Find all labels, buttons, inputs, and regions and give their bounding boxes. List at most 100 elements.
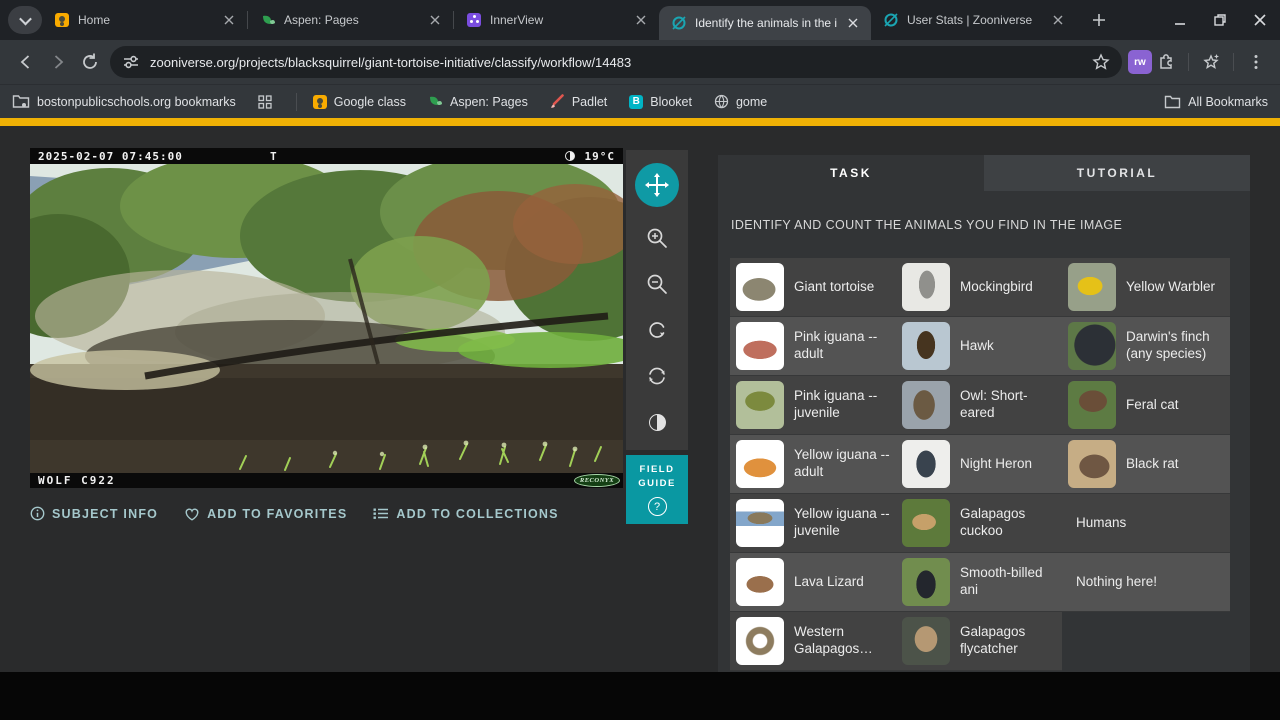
choice-label: Smooth-billed ani (960, 565, 1043, 597)
choice-galapagos-cuckoo[interactable]: Galapagos cuckoo (896, 494, 1062, 553)
choice-nothing-here[interactable]: Nothing here! (1062, 553, 1230, 612)
browser-menu-icon[interactable] (1242, 48, 1270, 76)
bookmark-star-icon[interactable] (1092, 53, 1110, 71)
tab-zooniverse-classify[interactable]: Identify the animals in the i (659, 6, 871, 40)
choice-western-galapagos-racer[interactable]: Western Galapagos… (730, 612, 896, 671)
tab-close-icon[interactable] (633, 12, 649, 28)
choice-smooth-billed-ani[interactable]: Smooth-billed ani (896, 553, 1062, 612)
new-tab-button[interactable] (1086, 7, 1112, 33)
camera-id: WOLF C922 (38, 474, 116, 487)
leaf-favicon-icon (260, 12, 276, 28)
choice-label: Yellow Warbler (1126, 278, 1216, 294)
tab-title: User Stats | Zooniverse (907, 13, 1033, 27)
address-bar[interactable]: zooniverse.org/projects/blacksquirrel/gi… (110, 46, 1122, 78)
subject-image[interactable] (30, 164, 623, 473)
moon-phase-icon (564, 151, 575, 161)
chevron-down-icon (18, 12, 32, 25)
choice-giant-tortoise[interactable]: Giant tortoise (730, 258, 896, 317)
field-guide-button[interactable]: FIELD GUIDE ? (626, 455, 688, 524)
innerview-favicon-icon (466, 12, 482, 28)
forward-icon[interactable] (42, 46, 74, 78)
reset-view-button[interactable] (642, 361, 672, 391)
tab-aspen[interactable]: Aspen: Pages (248, 0, 453, 40)
choice-label: Pink iguana -- adult (794, 329, 878, 361)
blooket-icon: B (629, 94, 644, 109)
choice-owl-short-eared[interactable]: Owl: Short-eared (896, 376, 1062, 435)
site-settings-icon[interactable] (122, 53, 140, 71)
tab-home[interactable]: Home (42, 0, 247, 40)
bookmark-aspen-pages[interactable]: Aspen: Pages (428, 94, 528, 109)
brush-icon (550, 94, 564, 108)
choice-thumbnail (902, 381, 950, 429)
choice-yellow-iguana-adult[interactable]: Yellow iguana -- adult (730, 435, 896, 494)
tab-search-button[interactable] (8, 6, 42, 34)
back-icon[interactable] (10, 46, 42, 78)
add-to-collections-link[interactable]: ADD TO COLLECTIONS (373, 507, 558, 521)
choice-thumbnail (1068, 263, 1116, 311)
window-controls (1172, 0, 1268, 40)
globe-icon (714, 94, 729, 109)
task-panel-tabs: TASK TUTORIAL (718, 155, 1250, 191)
choice-humans[interactable]: Humans (1062, 494, 1230, 553)
choice-mockingbird[interactable]: Mockingbird (896, 258, 1062, 317)
tab-close-icon[interactable] (221, 12, 237, 28)
tab-close-icon[interactable] (845, 15, 861, 31)
url-text[interactable]: zooniverse.org/projects/blacksquirrel/gi… (150, 55, 1082, 70)
apps-grid-icon[interactable] (258, 94, 272, 109)
bookmark-label: Aspen: Pages (449, 94, 528, 109)
choice-thumbnail (902, 322, 950, 370)
bookmark-google-class[interactable]: Google class (312, 94, 406, 109)
zoom-out-button[interactable] (642, 269, 672, 299)
side-panel-star-icon[interactable] (1197, 48, 1225, 76)
tab-task[interactable]: TASK (718, 155, 984, 191)
choice-lava-lizard[interactable]: Lava Lizard (730, 553, 896, 612)
managed-bookmarks-folder[interactable]: bostonpublicschools.org bookmarks (12, 94, 236, 109)
tab-title: Home (78, 13, 111, 27)
camera-osd-top: 2025-02-07 07:45:00 T 19°C (30, 148, 623, 164)
zoom-in-button[interactable] (642, 223, 672, 253)
folder-icon (1164, 95, 1181, 108)
toolbar-divider (1233, 53, 1234, 71)
bookmark-label: Google class (333, 94, 406, 109)
choice-darwins-finch[interactable]: Darwin's finch (any species) (1062, 317, 1230, 376)
choice-thumbnail (902, 617, 950, 665)
tab-tutorial[interactable]: TUTORIAL (984, 155, 1250, 191)
tab-title: Identify the animals in the i (695, 16, 837, 30)
subject-info-link[interactable]: SUBJECT INFO (30, 506, 158, 521)
restore-icon[interactable] (1212, 12, 1228, 28)
extensions-puzzle-icon[interactable] (1152, 48, 1180, 76)
bookmark-gome[interactable]: gome (714, 94, 767, 109)
choice-yellow-iguana-juvenile[interactable]: Yellow iguana -- juvenile (730, 494, 896, 553)
subject-actions: SUBJECT INFO ADD TO FAVORITES ADD TO COL… (30, 506, 559, 521)
choice-galapagos-flycatcher[interactable]: Galapagos flycatcher (896, 612, 1062, 671)
choice-black-rat[interactable]: Black rat (1062, 435, 1230, 494)
bookmark-padlet[interactable]: Padlet (550, 94, 607, 109)
pan-tool-button[interactable] (635, 163, 679, 207)
bookmarks-divider (295, 92, 297, 111)
tab-close-icon[interactable] (427, 12, 443, 28)
reload-icon[interactable] (74, 46, 106, 78)
camera-osd-bottom: WOLF C922 RECONYX (30, 473, 623, 488)
choice-night-heron[interactable]: Night Heron (896, 435, 1062, 494)
choice-pink-iguana-adult[interactable]: Pink iguana -- adult (730, 317, 896, 376)
choice-pink-iguana-juvenile[interactable]: Pink iguana -- juvenile (730, 376, 896, 435)
tab-title: InnerView (490, 13, 544, 27)
rotate-icon (649, 322, 665, 338)
choice-hawk[interactable]: Hawk (896, 317, 1062, 376)
all-bookmarks-button[interactable]: All Bookmarks (1164, 95, 1268, 109)
info-icon (30, 506, 45, 521)
invert-colors-button[interactable] (642, 407, 672, 437)
trail-camera-photo (30, 164, 623, 473)
bookmark-blooket[interactable]: B Blooket (629, 94, 692, 109)
readwrite-extension-icon[interactable]: rw (1128, 50, 1152, 74)
rotate-button[interactable] (642, 315, 672, 345)
choice-label: Lava Lizard (794, 573, 864, 589)
tab-close-icon[interactable] (1050, 12, 1066, 28)
choice-yellow-warbler[interactable]: Yellow Warbler (1062, 258, 1230, 317)
choice-feral-cat[interactable]: Feral cat (1062, 376, 1230, 435)
tab-user-stats[interactable]: User Stats | Zooniverse (871, 0, 1076, 40)
minimize-icon[interactable] (1172, 12, 1188, 28)
tab-innerview[interactable]: InnerView (454, 0, 659, 40)
close-window-icon[interactable] (1252, 12, 1268, 28)
add-to-favorites-link[interactable]: ADD TO FAVORITES (184, 507, 347, 521)
